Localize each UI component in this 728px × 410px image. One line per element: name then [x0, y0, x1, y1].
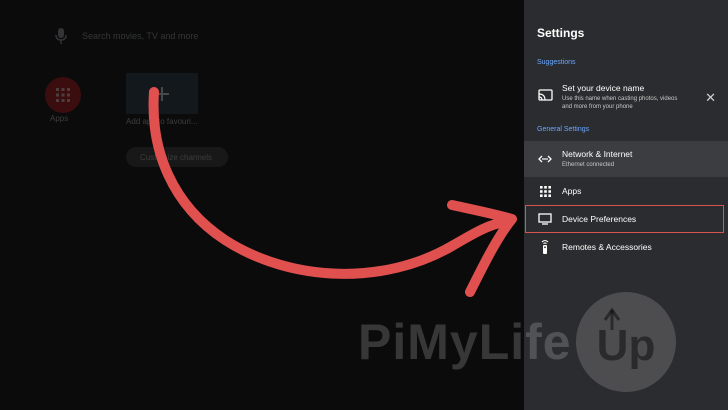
search-placeholder: Search movies, TV and more — [82, 31, 199, 41]
set-device-name-label: Set your device name — [562, 83, 645, 93]
set-device-name-subtitle-2: and more from your phone — [562, 104, 633, 110]
apps-grid-icon — [537, 183, 553, 199]
network-internet-item[interactable]: Network & Internet Ethernet connected — [524, 141, 728, 177]
apps-item[interactable]: Apps — [524, 180, 728, 202]
add-favourite-label: Add app to favouri... — [126, 117, 198, 126]
network-internet-status: Ethernet connected — [562, 162, 615, 168]
close-icon[interactable]: ✕ — [705, 91, 716, 104]
suggestions-header: Suggestions — [537, 59, 576, 66]
panel-title: Settings — [537, 26, 585, 40]
set-device-name-text: Set your device name Use this name when … — [562, 83, 677, 111]
network-icon — [537, 151, 553, 167]
customize-channels-label: Customize channels — [140, 152, 213, 162]
remote-icon — [537, 239, 553, 255]
customize-channels-button[interactable]: Customize channels — [126, 147, 228, 167]
apps-grid-icon — [56, 88, 70, 102]
set-device-name-item[interactable]: Set your device name Use this name when … — [524, 80, 728, 116]
general-settings-header: General Settings — [537, 126, 590, 133]
screen: Search movies, TV and more Apps Add app … — [0, 0, 728, 410]
watermark-badge-text: Up — [596, 321, 655, 370]
watermark-text: PiMyLife — [358, 314, 572, 370]
watermark-badge: Up — [575, 292, 676, 392]
microphone-icon[interactable] — [54, 27, 68, 45]
network-internet-label: Network & Internet — [562, 149, 633, 159]
network-internet-text: Network & Internet Ethernet connected — [562, 149, 632, 169]
plus-icon — [155, 86, 169, 101]
remotes-accessories-item[interactable]: Remotes & Accessories — [524, 236, 728, 258]
apps-button[interactable] — [45, 77, 81, 113]
add-favourite-tile[interactable] — [126, 73, 198, 114]
search-bar[interactable]: Search movies, TV and more — [54, 27, 198, 45]
apps-item-label: Apps — [562, 186, 582, 196]
remotes-accessories-label: Remotes & Accessories — [562, 242, 652, 252]
set-device-name-subtitle-1: Use this name when casting photos, video… — [562, 96, 678, 102]
watermark-logo: PiMyLife Up — [358, 290, 678, 394]
apps-label: Apps — [50, 114, 69, 123]
selection-highlight-box — [525, 205, 724, 233]
cast-icon — [537, 87, 553, 103]
